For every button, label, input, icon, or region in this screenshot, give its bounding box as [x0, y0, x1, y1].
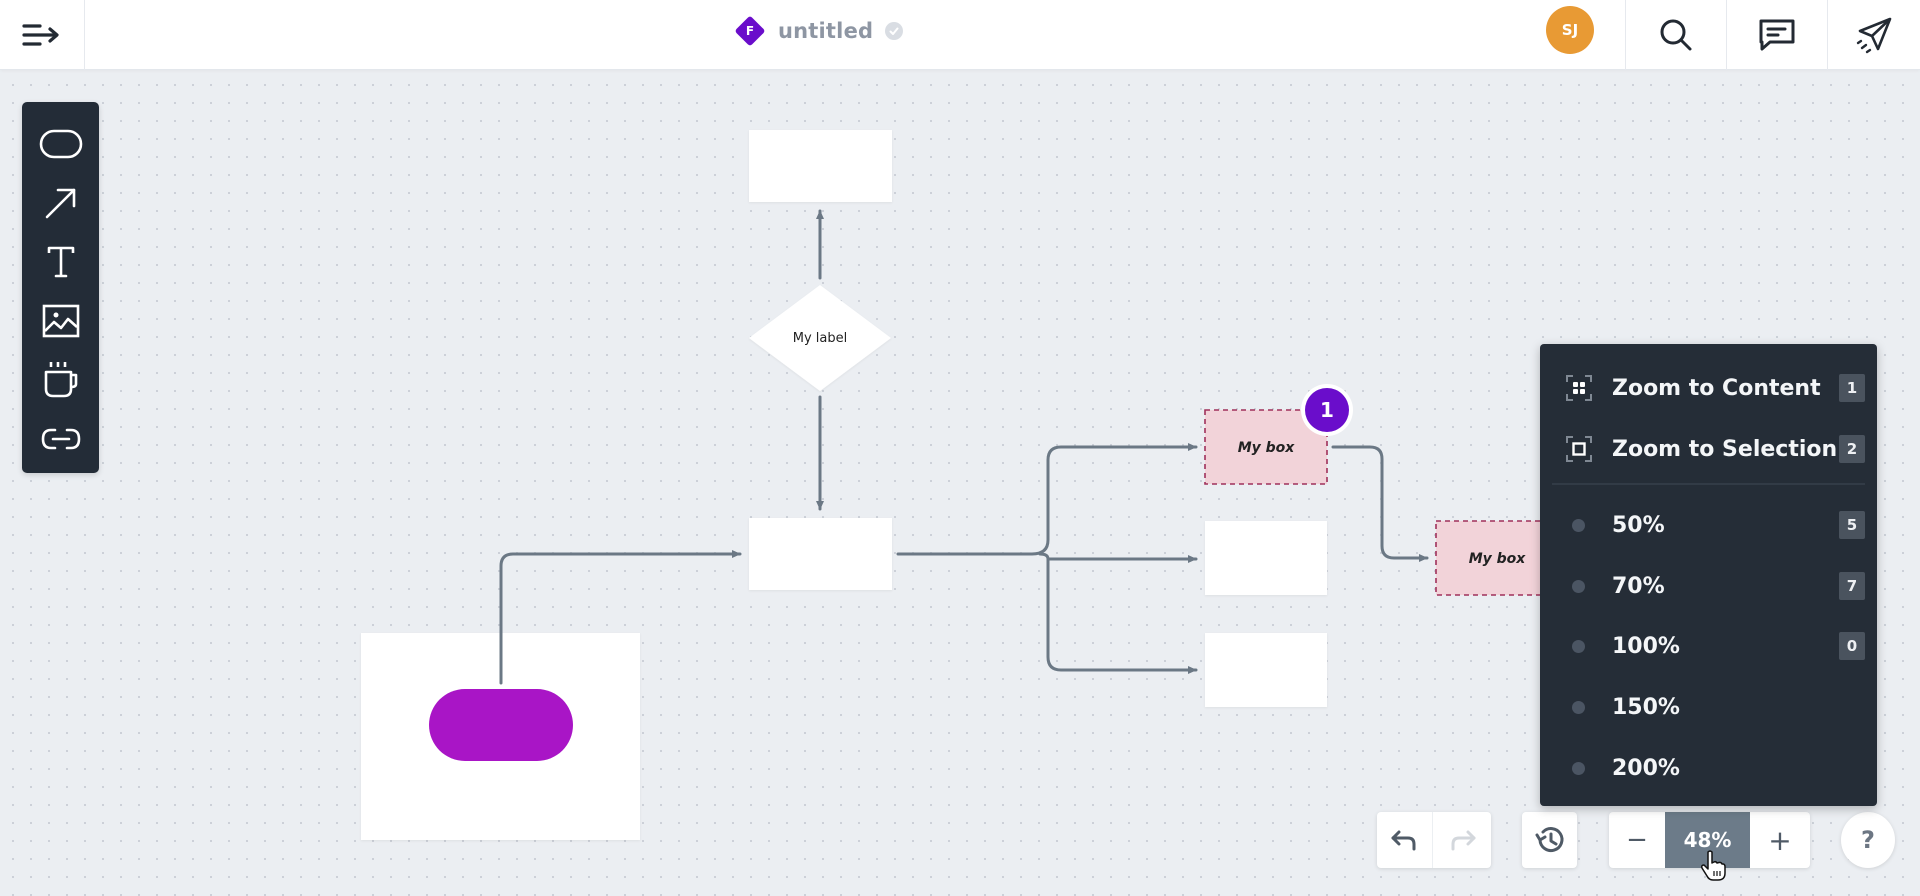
- radio-dot-icon: [1572, 518, 1585, 532]
- zoom-preset-label: 200%: [1612, 755, 1680, 781]
- zoom-to-content-item[interactable]: Zoom to Content 1: [1540, 363, 1877, 413]
- history-group: [1522, 812, 1577, 868]
- document-title[interactable]: untitled: [778, 19, 873, 43]
- text-icon: [47, 246, 74, 277]
- left-toolbar: [22, 102, 99, 473]
- connector-tool[interactable]: [31, 173, 91, 232]
- zoom-preset-label: 100%: [1612, 633, 1680, 659]
- connector-selected-to-second[interactable]: [1331, 445, 1429, 562]
- undo-redo-group: [1377, 812, 1491, 868]
- zoom-to-selection-icon: [1566, 436, 1592, 462]
- shortcut-key: 1: [1839, 374, 1865, 402]
- connector-center-to-selected[interactable]: [896, 443, 1198, 556]
- zoom-preset-200[interactable]: 200%: [1540, 743, 1877, 793]
- shortcut-key: 0: [1839, 632, 1865, 660]
- connector-center-to-middle[interactable]: [1038, 552, 1198, 563]
- undo-icon: [1391, 830, 1415, 851]
- link-icon: [41, 428, 80, 449]
- comment-icon: [1759, 19, 1794, 51]
- right-box-middle[interactable]: [1205, 521, 1327, 595]
- help-button[interactable]: ?: [1841, 812, 1895, 868]
- link-tool[interactable]: [31, 409, 91, 468]
- zoom-to-content-label: Zoom to Content: [1612, 375, 1821, 401]
- zoom-preset-70[interactable]: 70% 7: [1540, 561, 1877, 611]
- share-button[interactable]: [1827, 0, 1920, 70]
- hand-pointer-cursor-icon: [1701, 850, 1726, 881]
- search-button[interactable]: [1625, 0, 1725, 70]
- user-avatar[interactable]: SJ: [1546, 6, 1594, 54]
- undo-button[interactable]: [1377, 812, 1433, 868]
- app-logo-icon: F: [734, 15, 766, 47]
- arrow-icon: [45, 188, 75, 218]
- zoom-preset-label: 150%: [1612, 694, 1680, 720]
- radio-dot-icon: [1572, 579, 1585, 593]
- radio-dot-icon: [1572, 639, 1585, 653]
- zoom-preset-100[interactable]: 100% 0: [1540, 621, 1877, 671]
- top-bar: F untitled SJ: [0, 0, 1920, 70]
- shape-tool[interactable]: [31, 114, 91, 173]
- main-menu-button[interactable]: [0, 0, 85, 70]
- redo-icon: [1451, 830, 1475, 851]
- zoom-in-button[interactable]: +: [1750, 812, 1810, 868]
- menu-divider: [1552, 483, 1865, 485]
- redo-button[interactable]: [1433, 812, 1490, 868]
- document-title-area: F untitled: [734, 14, 904, 48]
- zoom-out-button[interactable]: −: [1609, 812, 1665, 868]
- radio-dot-icon: [1572, 700, 1585, 714]
- zoom-preset-label: 70%: [1612, 573, 1665, 599]
- history-icon: [1535, 827, 1563, 853]
- shortcut-key: 5: [1839, 511, 1865, 539]
- saved-check-icon: [885, 22, 904, 40]
- share-send-icon: [1856, 17, 1892, 54]
- zoom-to-content-icon: [1566, 375, 1592, 401]
- version-history-button[interactable]: [1522, 812, 1577, 868]
- top-process-box[interactable]: [749, 130, 892, 202]
- coffee-cup-icon: [44, 361, 77, 397]
- radio-dot-icon: [1572, 761, 1585, 775]
- zoom-preset-label: 50%: [1612, 512, 1665, 538]
- shortcut-key: 2: [1839, 435, 1865, 463]
- selected-box-label: My box: [1238, 440, 1296, 456]
- center-process-box[interactable]: [749, 518, 892, 590]
- zoom-to-selection-item[interactable]: Zoom to Selection 2: [1540, 424, 1877, 474]
- comments-button[interactable]: [1726, 0, 1826, 70]
- zoom-menu: Zoom to Content 1 Zoom to Selection 2 50…: [1540, 344, 1877, 806]
- selection-count: 1: [1320, 398, 1334, 422]
- zoom-preset-50[interactable]: 50% 5: [1540, 500, 1877, 550]
- image-icon: [42, 304, 79, 337]
- zoom-preset-150[interactable]: 150%: [1540, 682, 1877, 732]
- zoom-to-selection-label: Zoom to Selection: [1612, 436, 1838, 462]
- second-box-label: My box: [1469, 551, 1527, 567]
- image-tool[interactable]: [31, 291, 91, 350]
- rounded-rectangle-icon: [39, 129, 82, 158]
- coffee-tool[interactable]: [31, 350, 91, 409]
- logo-letter: F: [745, 24, 755, 38]
- right-box-bottom[interactable]: [1205, 633, 1327, 707]
- decision-label: My label: [793, 331, 847, 346]
- shortcut-key: 7: [1839, 572, 1865, 600]
- connector-center-to-bottom[interactable]: [1046, 558, 1198, 674]
- pill-shape[interactable]: [429, 689, 573, 761]
- menu-icon: [22, 24, 59, 46]
- text-tool[interactable]: [31, 232, 91, 291]
- search-icon: [1660, 19, 1691, 51]
